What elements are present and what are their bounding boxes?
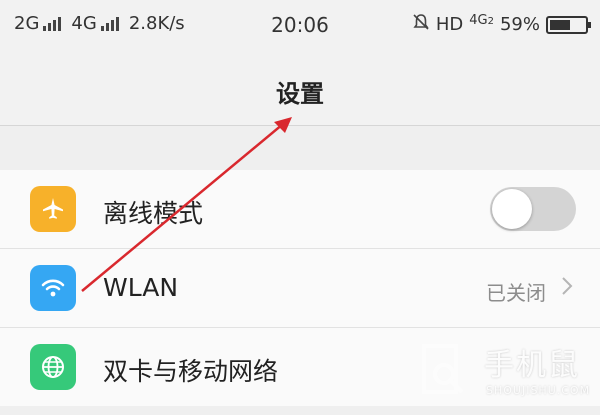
battery-icon xyxy=(546,15,591,34)
status-bar: 2G 4G 2.8K/s 20:06 HD 4G2 59% xyxy=(0,0,600,50)
lte-label: 4G xyxy=(469,13,488,28)
toggle-knob xyxy=(492,189,532,229)
lte-sub: 2 xyxy=(487,16,494,27)
globe-icon xyxy=(30,344,76,390)
status-right: HD 4G2 59% xyxy=(412,13,591,36)
settings-item-label: WLAN xyxy=(103,273,179,302)
watermark-mouse-icon xyxy=(422,344,464,394)
chevron-right-icon xyxy=(560,275,574,301)
lte-indicator: 4G2 xyxy=(469,13,494,28)
settings-item-airplane-mode[interactable]: 离线模式 xyxy=(0,170,600,248)
settings-item-wlan[interactable]: WLAN 已关闭 xyxy=(0,248,600,327)
settings-item-label: 离线模式 xyxy=(103,199,204,228)
settings-item-label: 双卡与移动网络 xyxy=(103,357,279,386)
hd-label: HD xyxy=(435,14,464,35)
wlan-status-value: 已关闭 xyxy=(486,281,546,305)
watermark-text: 手机鼠 xyxy=(484,348,580,383)
page-title: 设置 xyxy=(276,80,324,108)
watermark-url: SHOUJISHU.COM xyxy=(486,384,591,397)
header: 设置 xyxy=(0,50,600,126)
airplane-mode-toggle[interactable] xyxy=(490,187,576,231)
battery-percent: 59% xyxy=(499,14,540,35)
airplane-icon xyxy=(30,186,76,232)
wifi-icon xyxy=(30,265,76,311)
watermark-logo: 手机鼠 SHOUJISHU.COM xyxy=(416,338,589,408)
mute-bell-icon xyxy=(412,13,430,36)
battery-fill xyxy=(550,19,571,30)
